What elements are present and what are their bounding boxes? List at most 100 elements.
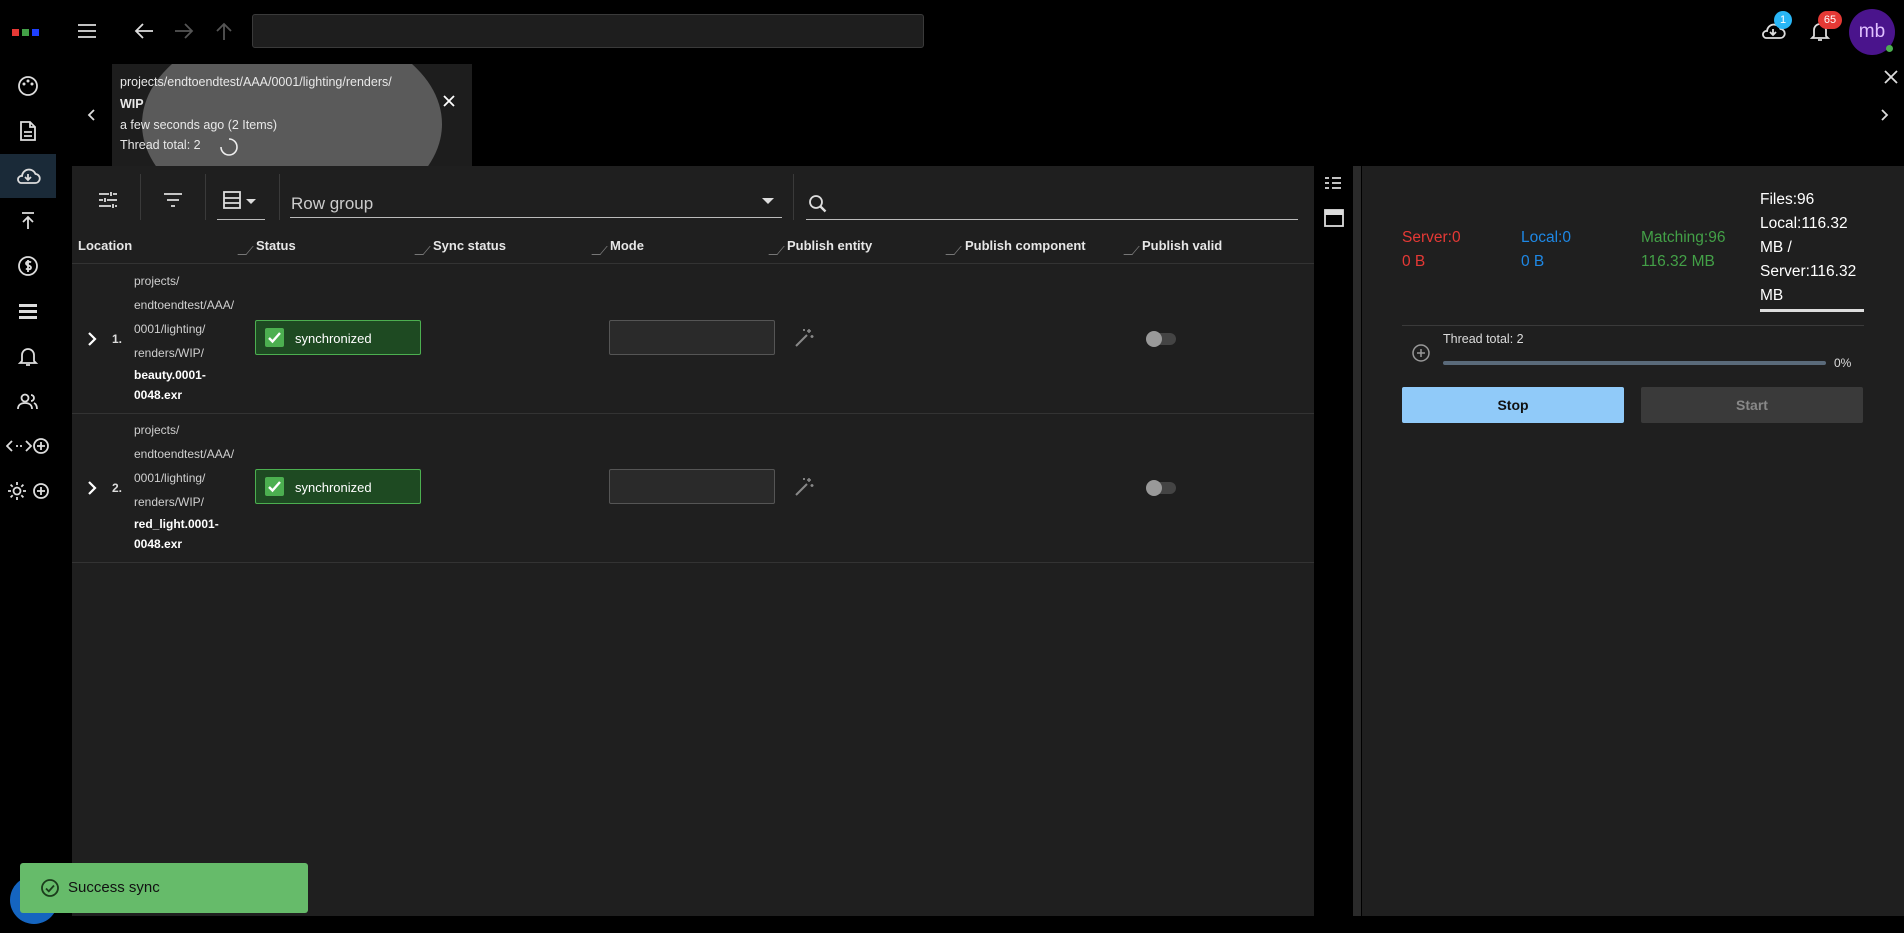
publish-icon	[22, 212, 34, 229]
sidebar-item-api[interactable]	[0, 424, 56, 468]
local-size: 0 B	[1521, 253, 1545, 270]
bell-icon	[17, 348, 39, 366]
file-name-line: 0048.exr	[134, 537, 183, 551]
sidebar-item-documents[interactable]	[0, 109, 56, 153]
filter-icon	[164, 193, 182, 207]
matching-count: Matching:96	[1641, 229, 1726, 246]
thread-total-label: Thread total: 2	[1443, 332, 1524, 346]
top-bar: 1 65 mb	[0, 0, 1904, 64]
row-number: 1.	[112, 332, 123, 346]
start-button[interactable]: Start	[1641, 387, 1863, 423]
chevron-down-icon	[762, 198, 774, 206]
palette-icon	[18, 76, 38, 96]
toolbar-divider	[793, 174, 794, 220]
status-chip: synchronized	[255, 320, 421, 355]
filter-button[interactable]	[159, 186, 187, 214]
app-logo[interactable]	[8, 24, 48, 42]
sidebar-item-dashboard[interactable]	[0, 64, 56, 108]
mode-input[interactable]	[609, 320, 775, 355]
gear-add-icon	[8, 482, 49, 500]
toggle-detail-panel-icon[interactable]	[1323, 208, 1345, 228]
search-field[interactable]	[806, 180, 1298, 220]
column-header-location[interactable]: Location	[78, 238, 132, 253]
matching-size: 116.32 MB	[1641, 253, 1715, 270]
check-icon	[265, 328, 284, 347]
toggle-column-panel-icon[interactable]	[1323, 175, 1343, 193]
size-line: Server:116.32	[1760, 263, 1857, 280]
table-row[interactable]: 2. projects/ endtoendtest/AAA/ 0001/ligh…	[72, 414, 1314, 563]
document-icon	[20, 121, 36, 141]
location-line: endtoendtest/AAA/	[134, 298, 235, 312]
row-group-select[interactable]: Row group	[290, 180, 782, 218]
sync-badge: 1	[1774, 11, 1792, 29]
magic-wand-icon[interactable]	[793, 476, 815, 498]
sidebar-item-notifications[interactable]	[0, 334, 56, 378]
tab-folder: WIP	[120, 97, 144, 111]
loading-spinner-icon	[218, 136, 240, 158]
column-settings-button[interactable]	[94, 186, 122, 214]
close-panel-icon[interactable]	[1884, 70, 1898, 84]
sidebar-item-users[interactable]	[0, 379, 56, 423]
check-circle-icon	[41, 879, 59, 897]
size-underline	[1760, 309, 1864, 312]
column-resize-handle[interactable]	[945, 246, 962, 255]
column-resize-handle[interactable]	[591, 246, 608, 255]
server-size: 0 B	[1402, 253, 1426, 270]
column-header-publish-entity[interactable]: Publish entity	[787, 238, 872, 253]
toast-message: Success sync	[68, 879, 160, 896]
thread-progress-track	[1443, 361, 1826, 365]
back-arrow-icon[interactable]	[133, 21, 155, 41]
local-count: Local:0	[1521, 229, 1571, 246]
add-thread-icon[interactable]	[1411, 343, 1431, 363]
sidebar-item-publish[interactable]	[0, 199, 56, 243]
status-label: synchronized	[295, 331, 372, 346]
column-header-status[interactable]: Status	[256, 238, 296, 253]
files-count: Files:96	[1760, 191, 1815, 208]
sidebar-item-storage[interactable]	[0, 289, 56, 333]
search-input[interactable]	[836, 190, 1290, 216]
column-header-sync-status[interactable]: Sync status	[433, 238, 506, 253]
avatar-initials: mb	[1858, 21, 1886, 42]
forward-arrow-icon[interactable]	[173, 21, 195, 41]
table-row[interactable]: 1. projects/ endtoendtest/AAA/ 0001/ligh…	[72, 265, 1314, 414]
magic-wand-icon[interactable]	[793, 327, 815, 349]
expand-row-icon[interactable]	[86, 480, 98, 496]
location-line: renders/WIP/	[134, 346, 205, 360]
sidebar-item-settings[interactable]	[0, 469, 56, 513]
users-icon	[17, 393, 38, 410]
sidebar-item-sync[interactable]	[0, 154, 56, 198]
file-name-line: red_light.0001-	[134, 517, 219, 531]
column-resize-handle[interactable]	[768, 246, 785, 255]
stop-button[interactable]: Stop	[1402, 387, 1624, 423]
column-header-publish-valid[interactable]: Publish valid	[1142, 238, 1222, 253]
expand-row-icon[interactable]	[86, 331, 98, 347]
dollar-icon	[18, 256, 38, 276]
up-arrow-icon[interactable]	[213, 21, 235, 41]
column-header-mode[interactable]: Mode	[610, 238, 644, 253]
storage-icon	[19, 304, 37, 319]
view-list-icon	[223, 190, 256, 209]
publish-valid-toggle[interactable]	[1146, 480, 1176, 496]
toolbar-divider	[140, 174, 141, 220]
file-name-line: 0048.exr	[134, 388, 183, 402]
column-header-publish-component[interactable]: Publish component	[965, 238, 1086, 253]
tabs-scroll-right-icon[interactable]	[1878, 108, 1890, 122]
recent-sync-tab[interactable]: projects/endtoendtest/AAA/0001/lighting/…	[112, 64, 472, 166]
path-input[interactable]	[252, 14, 924, 48]
sidebar-item-billing[interactable]	[0, 244, 56, 288]
size-line: Local:116.32	[1760, 215, 1848, 232]
view-mode-dropdown[interactable]	[217, 182, 265, 220]
close-tab-icon[interactable]	[442, 94, 456, 108]
column-resize-handle[interactable]	[1123, 246, 1140, 255]
size-line: MB /	[1760, 239, 1792, 256]
column-resize-handle[interactable]	[237, 246, 254, 255]
menu-icon[interactable]	[76, 21, 98, 41]
location-line: 0001/lighting/	[134, 471, 206, 485]
success-toast: Success sync	[20, 863, 308, 913]
tabs-scroll-left-icon[interactable]	[86, 108, 98, 122]
sidebar	[0, 64, 56, 933]
panel-resize-handle[interactable]	[1353, 166, 1361, 916]
publish-valid-toggle[interactable]	[1146, 331, 1176, 347]
column-resize-handle[interactable]	[414, 246, 431, 255]
mode-input[interactable]	[609, 469, 775, 504]
